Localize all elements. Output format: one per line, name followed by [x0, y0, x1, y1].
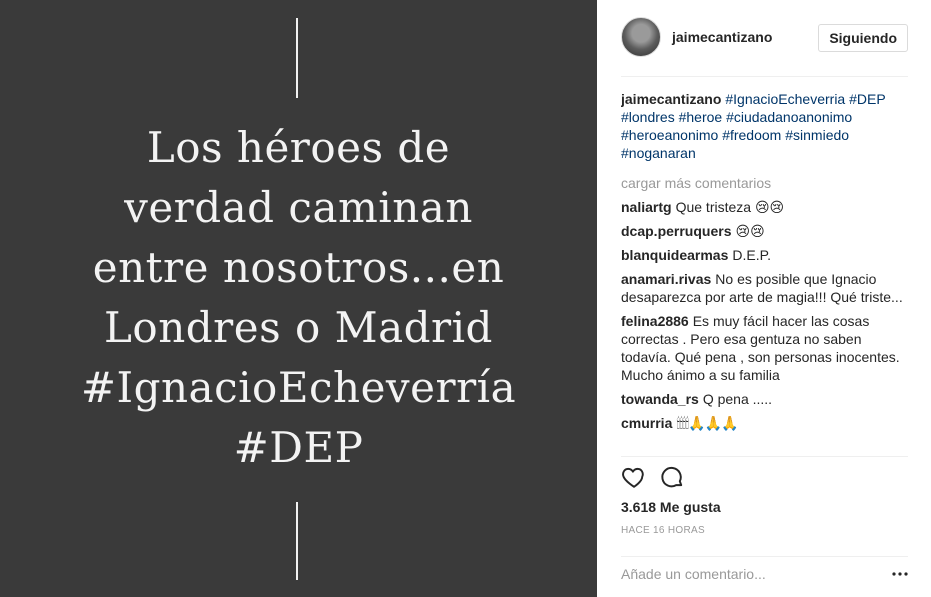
image-quote: Los héroes de verdad caminan entre nosot…: [0, 118, 597, 478]
caption: jaimecantizano #IgnacioEcheverria #DEP #l…: [621, 90, 908, 162]
comment-username[interactable]: felina2886: [621, 313, 689, 329]
hashtag-link[interactable]: #DEP: [849, 91, 885, 107]
list-item: felina2886 Es muy fácil hacer las cosas c…: [621, 312, 908, 384]
hashtag-link[interactable]: #sinmiedo: [785, 127, 849, 143]
list-item: cmurria 🕯🕯🕯🕯🙏🙏🙏: [621, 414, 908, 432]
quote-line: Los héroes de: [146, 123, 451, 172]
post-header: jaimecantizano Siguiendo: [621, 17, 908, 77]
heart-icon[interactable]: [621, 464, 647, 490]
comment-text: Que tristeza 😢😢: [675, 199, 785, 215]
list-item: blanquidearmas D.E.P.: [621, 246, 908, 264]
comment-username[interactable]: naliartg: [621, 199, 672, 215]
decorative-line-bottom: [296, 502, 298, 580]
hashtag-link[interactable]: #IgnacioEcheverria: [725, 91, 845, 107]
hashtag-link[interactable]: #ciudadanoanonimo: [726, 109, 852, 125]
comment-text: 😢😢: [735, 223, 765, 239]
quote-line: entre nosotros...en: [92, 243, 505, 292]
load-more-comments-link[interactable]: cargar más comentarios: [621, 174, 908, 192]
list-item: anamari.rivas No es posible que Ignacio d…: [621, 270, 908, 306]
hashtag-link[interactable]: #fredoom: [722, 127, 781, 143]
author-username[interactable]: jaimecantizano: [672, 29, 772, 45]
quote-line: #DEP: [233, 423, 364, 472]
hashtag-link[interactable]: #londres: [621, 109, 675, 125]
comment-text: D.E.P.: [732, 247, 772, 263]
quote-line: Londres o Madrid: [104, 303, 493, 352]
post-image[interactable]: Los héroes de verdad caminan entre nosot…: [0, 0, 597, 597]
like-count[interactable]: 3.618 Me gusta: [621, 499, 721, 515]
list-item: dcap.perruquers 😢😢: [621, 222, 908, 240]
comment-username[interactable]: dcap.perruquers: [621, 223, 731, 239]
hashtag-link[interactable]: #noganaran: [621, 145, 696, 161]
more-options-icon[interactable]: [892, 571, 908, 577]
following-button[interactable]: Siguiendo: [818, 24, 908, 52]
quote-line: #IgnacioEcheverría: [80, 363, 517, 412]
comment-input[interactable]: [621, 563, 881, 585]
post-sidebar: jaimecantizano Siguiendo jaimecantizano #…: [597, 0, 931, 597]
comment-bubble-icon[interactable]: [659, 464, 685, 490]
list-item: towanda_rs Q pena .....: [621, 390, 908, 408]
comment-username[interactable]: anamari.rivas: [621, 271, 711, 287]
comments-list: jaimecantizano #IgnacioEcheverria #DEP #l…: [621, 90, 908, 456]
comment-username[interactable]: cmurria: [621, 415, 672, 431]
avatar[interactable]: [621, 17, 661, 57]
decorative-line-top: [296, 18, 298, 98]
timestamp[interactable]: HACE 16 HORAS: [621, 525, 705, 536]
comment-text: 🕯🕯🕯🕯🙏🙏🙏: [676, 415, 738, 431]
hashtag-link[interactable]: #heroe: [679, 109, 723, 125]
comment-text: Q pena .....: [702, 391, 773, 407]
quote-line: verdad caminan: [124, 183, 473, 232]
list-item: naliartg Que tristeza 😢😢: [621, 198, 908, 216]
instagram-post: Los héroes de verdad caminan entre nosot…: [0, 0, 931, 597]
comment-username[interactable]: blanquidearmas: [621, 247, 728, 263]
caption-username[interactable]: jaimecantizano: [621, 91, 721, 107]
section-divider: [621, 456, 908, 457]
add-comment-section: [621, 556, 908, 596]
comment-username[interactable]: towanda_rs: [621, 391, 699, 407]
hashtag-link[interactable]: #heroeanonimo: [621, 127, 718, 143]
